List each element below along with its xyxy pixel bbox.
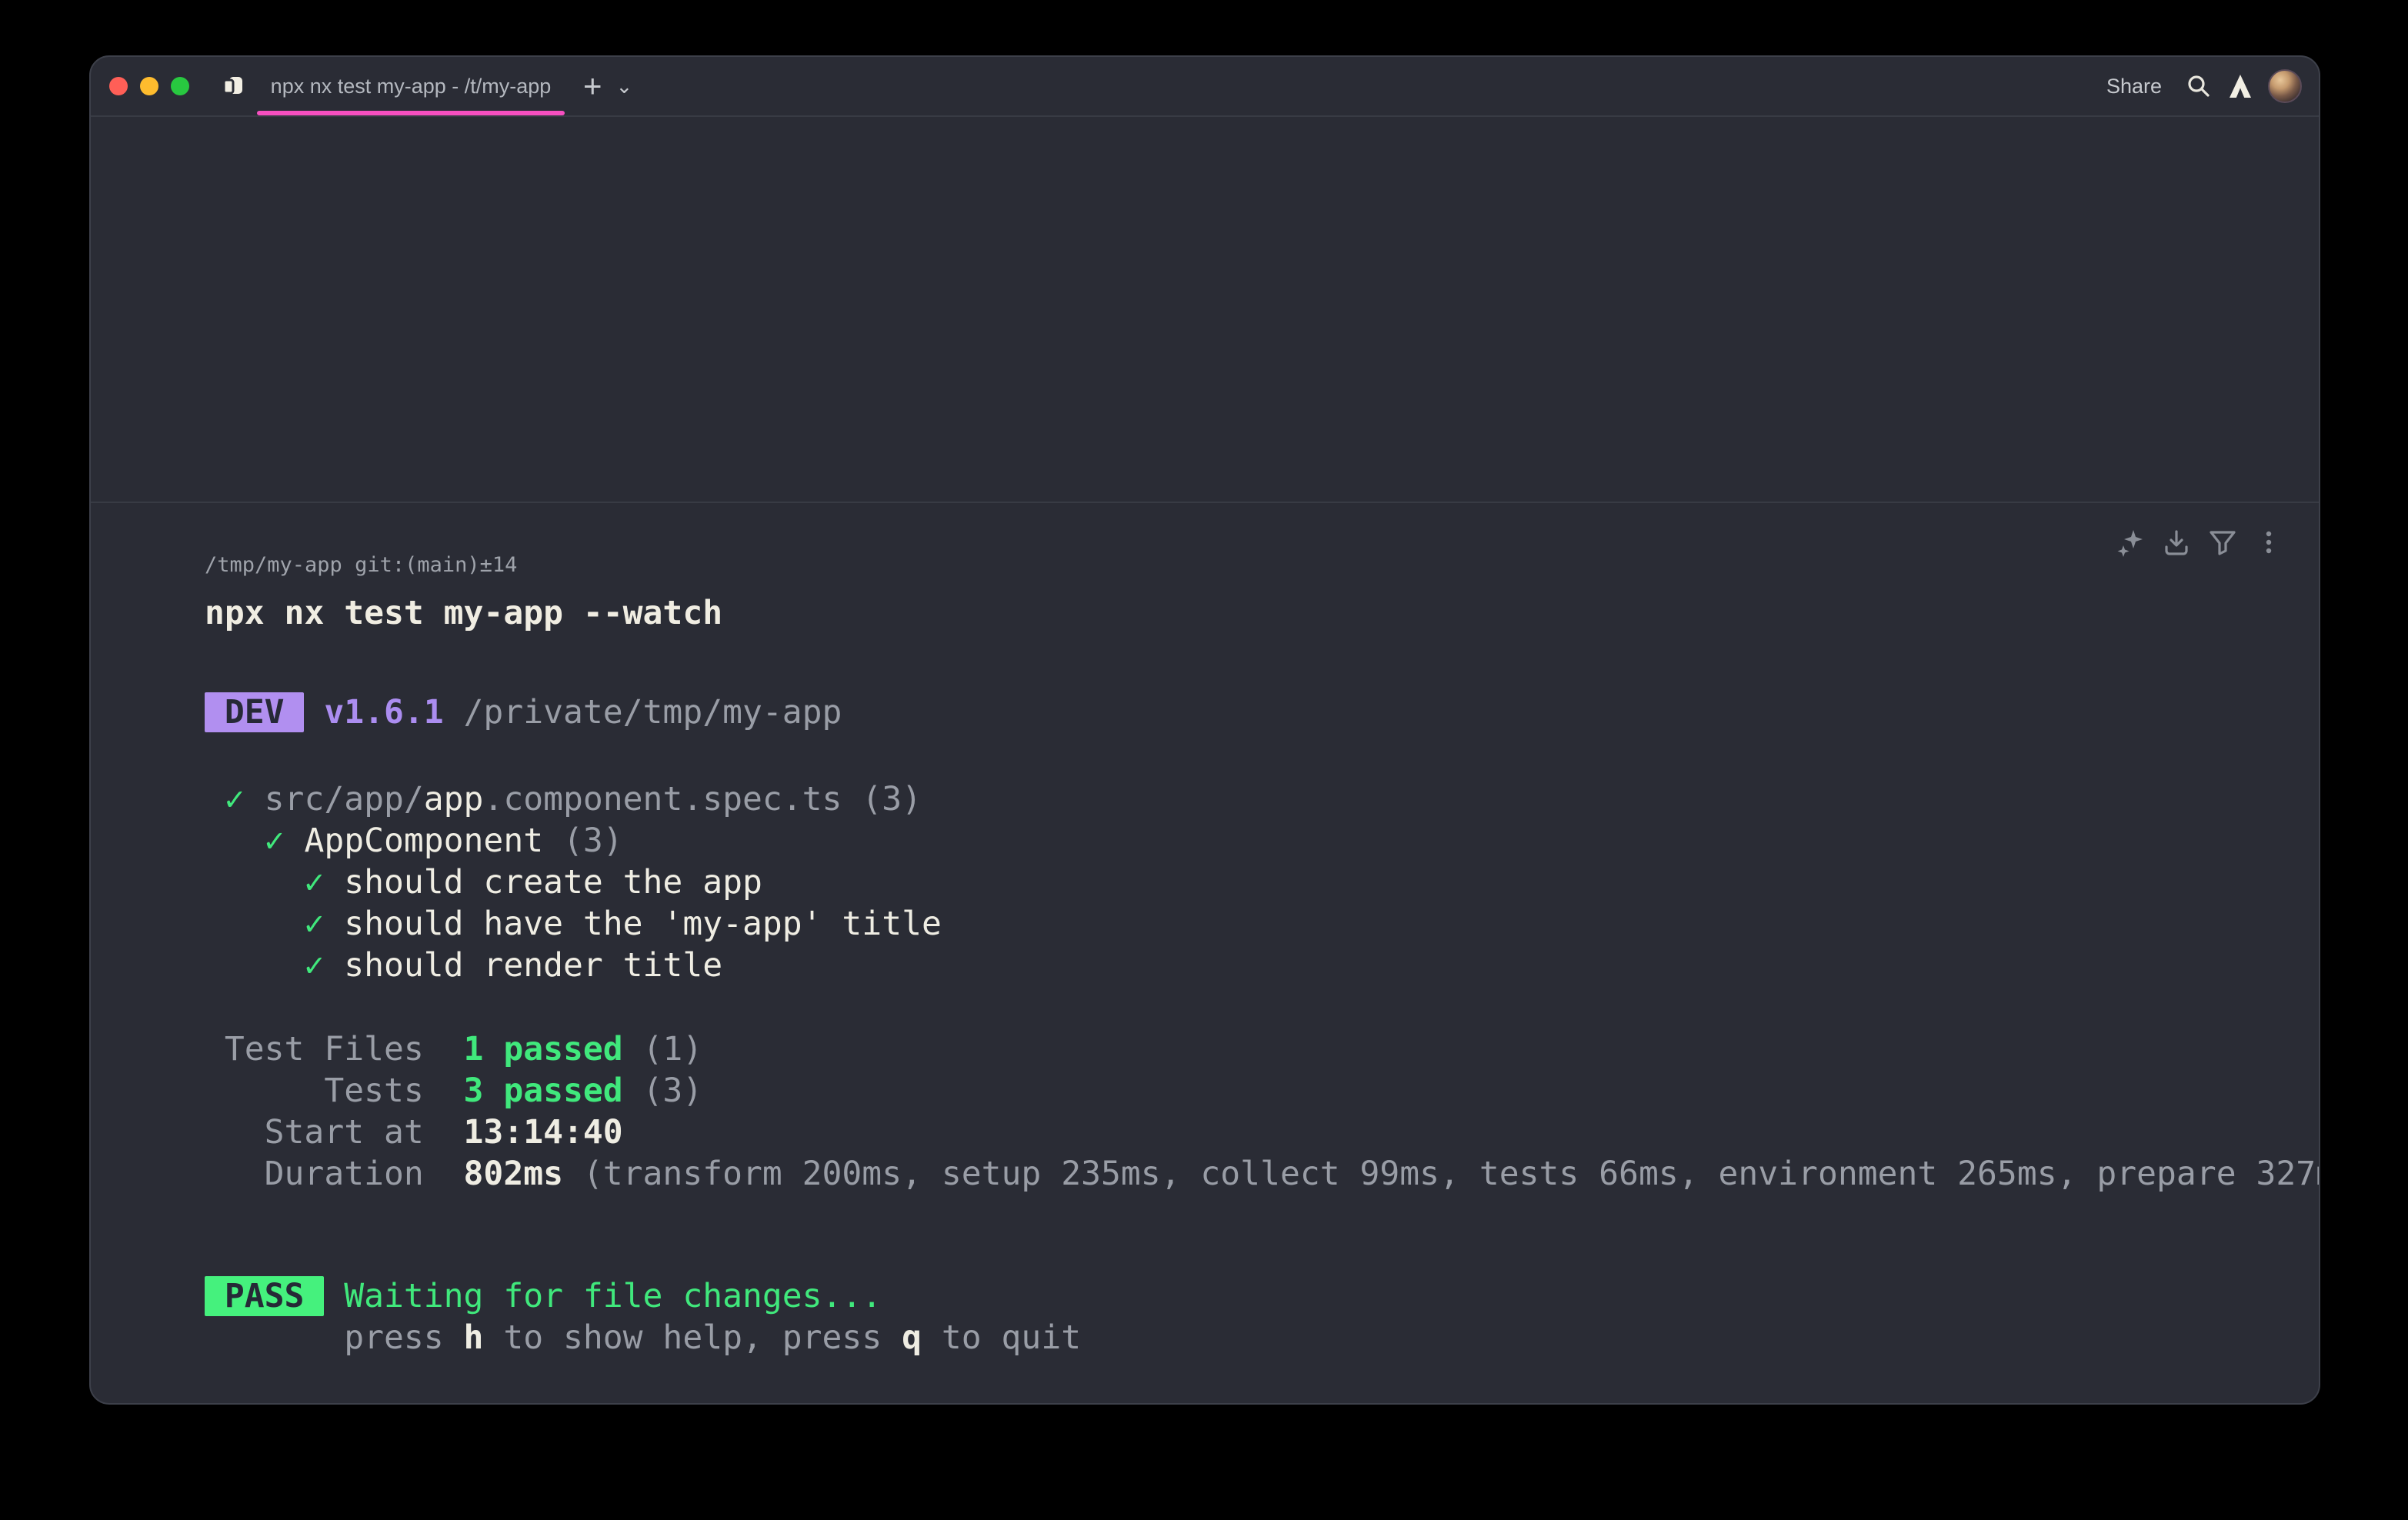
new-tab-button[interactable]: + [583, 56, 602, 116]
summary-extra: (3) [623, 1072, 703, 1110]
test-case-line: ✓ should have the 'my-app' title [205, 903, 942, 945]
summary-label: Tests [205, 1070, 424, 1112]
summary-value: 802ms [424, 1155, 563, 1193]
block-toolbar [2115, 527, 2284, 558]
titlebar-actions: Share [2106, 69, 2302, 103]
command-line: npx nx test my-app --watch [205, 592, 722, 634]
summary-row-test-files: Test Files 1 passed (1) [205, 1028, 702, 1070]
check-icon: ✓ [245, 822, 305, 860]
check-icon: ✓ [285, 905, 345, 943]
summary-extra: (1) [623, 1030, 703, 1068]
block-divider [91, 502, 2319, 503]
tab-pages-icon [220, 72, 248, 100]
test-case-line: ✓ should create the app [205, 862, 762, 903]
chevron-down-icon[interactable]: ⌄ [616, 75, 633, 98]
scrollback-area [91, 117, 2319, 502]
key-h: h [464, 1318, 484, 1357]
test-file-line: ✓ src/app/app.component.spec.ts (3) [205, 778, 922, 820]
kebab-menu-icon[interactable] [2253, 527, 2284, 558]
share-button[interactable]: Share [2106, 75, 2162, 98]
sparkles-ai-icon[interactable] [2115, 527, 2146, 558]
active-tab-indicator [257, 111, 565, 115]
summary-value: 1 passed [424, 1030, 623, 1068]
maximize-window-button[interactable] [171, 77, 189, 95]
test-suite-line: ✓ AppComponent (3) [205, 820, 623, 862]
summary-extra: (transform 200ms, setup 235ms, collect 9… [563, 1155, 2320, 1193]
close-window-button[interactable] [109, 77, 128, 95]
key-q: q [902, 1318, 922, 1357]
check-icon: ✓ [205, 780, 265, 818]
dev-badge: DEV [205, 692, 304, 732]
vitest-header-line: DEV v1.6.1 /private/tmp/my-app [205, 692, 842, 733]
test-case-line: ✓ should render title [205, 945, 722, 986]
summary-row-start-at: Start at 13:14:40 [205, 1112, 623, 1153]
watch-hint-line: press h to show help, press q to quit [205, 1317, 1081, 1358]
summary-row-duration: Duration 802ms (transform 200ms, setup 2… [205, 1153, 2320, 1195]
terminal-window: npx nx test my-app - /t/my-app + ⌄ Share [89, 55, 2320, 1405]
warp-logo-icon[interactable] [2226, 72, 2254, 100]
user-avatar[interactable] [2268, 69, 2302, 103]
pass-badge: PASS [205, 1276, 324, 1316]
tab-active[interactable]: npx nx test my-app - /t/my-app [257, 57, 565, 115]
summary-value: 13:14:40 [424, 1113, 623, 1152]
check-icon: ✓ [285, 946, 345, 985]
summary-label: Test Files [205, 1028, 424, 1070]
vitest-cwd: /private/tmp/my-app [444, 693, 842, 732]
summary-label: Duration [205, 1153, 424, 1195]
watch-status-line: PASS Waiting for file changes... [205, 1275, 882, 1317]
search-icon[interactable] [2185, 72, 2213, 100]
prompt-line: /tmp/my-app git:(main)±14 [205, 545, 517, 586]
vitest-version: v1.6.1 [304, 693, 443, 732]
summary-label: Start at [205, 1112, 424, 1153]
filter-icon[interactable] [2207, 527, 2238, 558]
download-icon[interactable] [2161, 527, 2192, 558]
summary-row-tests: Tests 3 passed (3) [205, 1070, 702, 1112]
titlebar: npx nx test my-app - /t/my-app + ⌄ Share [91, 57, 2319, 117]
summary-value: 3 passed [424, 1072, 623, 1110]
tab-title: npx nx test my-app - /t/my-app [271, 75, 552, 98]
window-controls [109, 77, 189, 95]
check-icon: ✓ [285, 863, 345, 902]
watch-message: Waiting for file changes... [324, 1277, 882, 1315]
minimize-window-button[interactable] [140, 77, 158, 95]
